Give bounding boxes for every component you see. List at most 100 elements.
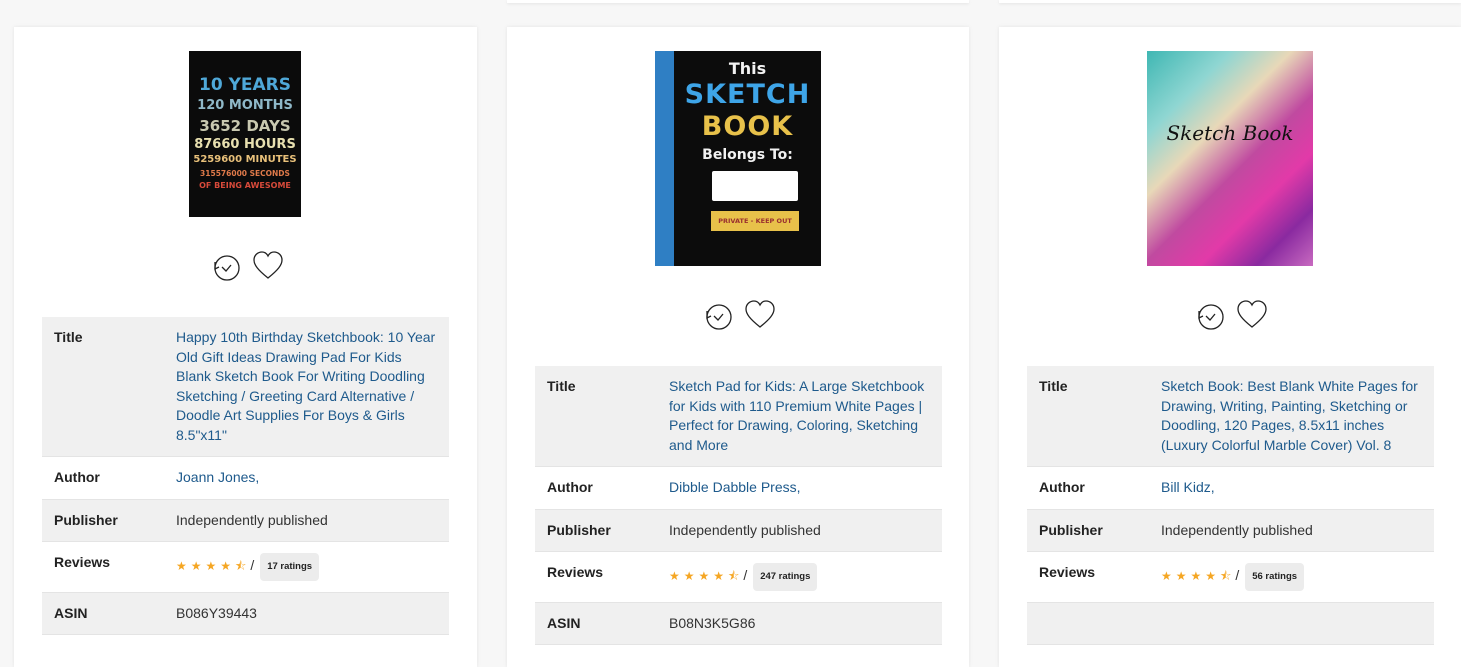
title-label: Title	[42, 317, 164, 457]
book-card: Sketch Book Title Sketch Book: Best Blan…	[999, 27, 1461, 667]
asin-value	[1149, 602, 1434, 645]
publisher-label: Publisher	[1027, 509, 1149, 552]
cover-line: This	[728, 59, 767, 78]
cover-line: OF BEING AWESOME	[199, 181, 291, 190]
table-row	[1027, 602, 1434, 645]
cover-line: 120 MONTHS	[197, 98, 293, 113]
history-icon	[1198, 304, 1224, 330]
cover-line: 10 YEARS	[199, 75, 291, 95]
table-row: Publisher Independently published	[1027, 509, 1434, 552]
cover-spine	[655, 51, 674, 266]
asin-value: B086Y39443	[164, 592, 449, 635]
history-icon	[706, 304, 732, 330]
table-row: Title Sketch Book: Best Blank White Page…	[1027, 366, 1434, 467]
table-row: Reviews ★★★★⯪/ 56 ratings	[1027, 551, 1434, 603]
reviews-value: ★★★★⯪/ 247 ratings	[657, 551, 942, 603]
card-actions	[701, 298, 777, 332]
history-button[interactable]	[1193, 298, 1227, 332]
book-cover-image[interactable]: This SKETCH BOOK Belongs To: PRIVATE - K…	[655, 51, 821, 266]
author-link[interactable]: Dibble Dabble Press,	[669, 479, 801, 495]
history-icon	[214, 255, 240, 281]
heart-icon	[253, 251, 283, 279]
table-row: Author Dibble Dabble Press,	[535, 466, 942, 510]
publisher-label: Publisher	[535, 509, 657, 552]
book-title-link[interactable]: Happy 10th Birthday Sketchbook: 10 Year …	[176, 329, 435, 443]
asin-label	[1027, 602, 1149, 645]
table-row: ASIN B086Y39443	[42, 592, 449, 635]
reviews-value: ★★★★⯪/ 56 ratings	[1149, 551, 1434, 603]
book-details-table: Title Sketch Book: Best Blank White Page…	[1027, 366, 1434, 645]
author-label: Author	[42, 456, 164, 500]
separator: /	[250, 557, 255, 574]
table-row: Author Bill Kidz,	[1027, 466, 1434, 510]
author-link[interactable]: Bill Kidz,	[1161, 479, 1215, 495]
book-card: 10 YEARS 120 MONTHS 3652 DAYS 87660 HOUR…	[14, 27, 477, 667]
book-card: This SKETCH BOOK Belongs To: PRIVATE - K…	[507, 27, 969, 667]
title-label: Title	[535, 366, 657, 467]
author-value: Dibble Dabble Press,	[657, 466, 942, 510]
author-value: Joann Jones,	[164, 456, 449, 500]
asin-label: ASIN	[42, 592, 164, 635]
publisher-value: Independently published	[1149, 509, 1434, 552]
card-stub	[507, 0, 969, 3]
author-label: Author	[535, 466, 657, 510]
asin-value: B08N3K5G86	[657, 602, 942, 645]
cover-line: SKETCH	[684, 79, 811, 110]
wishlist-button[interactable]	[251, 249, 285, 283]
asin-label: ASIN	[535, 602, 657, 645]
title-value: Happy 10th Birthday Sketchbook: 10 Year …	[164, 317, 449, 457]
reviews-label: Reviews	[42, 541, 164, 593]
separator: /	[743, 567, 748, 584]
cover-line: 5259600 MINUTES	[193, 154, 297, 165]
title-label: Title	[1027, 366, 1149, 467]
table-row: Author Joann Jones,	[42, 456, 449, 500]
publisher-label: Publisher	[42, 499, 164, 542]
table-row: Title Sketch Pad for Kids: A Large Sketc…	[535, 366, 942, 467]
book-title-link[interactable]: Sketch Book: Best Blank White Pages for …	[1161, 378, 1418, 453]
table-row: Reviews ★★★★⯪/ 17 ratings	[42, 541, 449, 593]
star-rating: ★★★★⯪	[1161, 569, 1236, 583]
title-value: Sketch Pad for Kids: A Large Sketchbook …	[657, 366, 942, 467]
book-details-table: Title Sketch Pad for Kids: A Large Sketc…	[535, 366, 942, 645]
wishlist-button[interactable]	[743, 298, 777, 332]
history-button[interactable]	[701, 298, 735, 332]
table-row: Reviews ★★★★⯪/ 247 ratings	[535, 551, 942, 603]
publisher-value: Independently published	[657, 509, 942, 552]
star-rating: ★★★★⯪	[176, 559, 251, 573]
history-button[interactable]	[209, 249, 243, 283]
card-stub	[999, 0, 1461, 3]
book-cover-image[interactable]: Sketch Book	[1147, 51, 1313, 266]
author-link[interactable]: Joann Jones,	[176, 469, 259, 485]
author-label: Author	[1027, 466, 1149, 510]
cover-line: BOOK	[701, 111, 794, 142]
book-details-table: Title Happy 10th Birthday Sketchbook: 10…	[42, 317, 449, 635]
table-row: Publisher Independently published	[535, 509, 942, 552]
private-tag: PRIVATE - KEEP OUT	[711, 211, 799, 231]
table-row: Publisher Independently published	[42, 499, 449, 542]
cover-line: 3652 DAYS	[199, 117, 291, 135]
heart-icon	[745, 300, 775, 328]
cover-line: Belongs To:	[702, 147, 793, 163]
separator: /	[1235, 567, 1240, 584]
heart-icon	[1237, 300, 1267, 328]
book-title-link[interactable]: Sketch Pad for Kids: A Large Sketchbook …	[669, 378, 924, 453]
reviews-label: Reviews	[1027, 551, 1149, 603]
card-actions	[209, 249, 285, 283]
title-value: Sketch Book: Best Blank White Pages for …	[1149, 366, 1434, 467]
cover-title: Sketch Book	[1166, 121, 1294, 145]
reviews-label: Reviews	[535, 551, 657, 603]
cover-line: 315576000 SECONDS	[200, 169, 290, 178]
ratings-count-badge[interactable]: 17 ratings	[260, 553, 320, 581]
star-rating: ★★★★⯪	[669, 569, 744, 583]
reviews-value: ★★★★⯪/ 17 ratings	[164, 541, 449, 593]
table-row: ASIN B08N3K5G86	[535, 602, 942, 645]
author-value: Bill Kidz,	[1149, 466, 1434, 510]
table-row: Title Happy 10th Birthday Sketchbook: 10…	[42, 317, 449, 457]
wishlist-button[interactable]	[1235, 298, 1269, 332]
book-cover-image[interactable]: 10 YEARS 120 MONTHS 3652 DAYS 87660 HOUR…	[189, 51, 301, 217]
ratings-count-badge[interactable]: 247 ratings	[753, 563, 818, 591]
publisher-value: Independently published	[164, 499, 449, 542]
name-box	[712, 171, 798, 201]
ratings-count-badge[interactable]: 56 ratings	[1245, 563, 1305, 591]
cover-line: 87660 HOURS	[194, 137, 296, 152]
